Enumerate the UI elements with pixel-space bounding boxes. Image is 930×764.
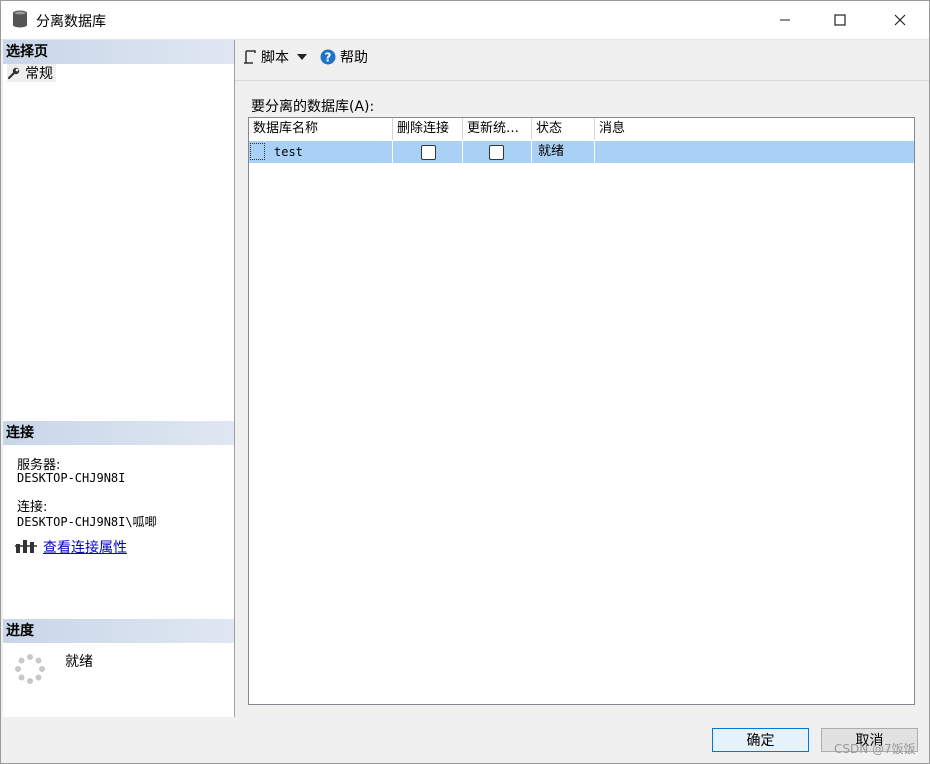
script-button[interactable]: 脚本: [243, 46, 307, 68]
column-header-update-stats[interactable]: 更新统…: [463, 118, 532, 140]
row-name-cell[interactable]: test: [249, 141, 393, 163]
svg-text:?: ?: [325, 51, 332, 65]
progress-status: 就绪: [65, 654, 93, 670]
column-header-message[interactable]: 消息: [595, 118, 914, 140]
server-value: DESKTOP-CHJ9N8I: [17, 471, 126, 485]
database-icon: [13, 10, 27, 28]
script-label: 脚本: [261, 50, 289, 66]
status-cell: 就绪: [532, 141, 595, 163]
databases-grid[interactable]: 数据库名称 删除连接 更新统… 状态 消息 test 就绪: [248, 117, 915, 705]
help-button[interactable]: ? 帮助: [320, 46, 368, 68]
connection-properties-icon: [15, 540, 37, 553]
title-bar: 分离数据库: [1, 1, 929, 40]
message-cell: [595, 141, 914, 163]
connection-header: 连接: [3, 421, 234, 445]
page-item-label: 常规: [25, 66, 53, 82]
table-row[interactable]: test 就绪: [249, 141, 914, 163]
drop-connections-checkbox[interactable]: [421, 145, 436, 160]
update-stats-cell: [463, 141, 532, 163]
main-content: 要分离的数据库(A): 数据库名称 删除连接 更新统… 状态 消息 test 就…: [235, 81, 929, 717]
minimize-icon: [780, 19, 790, 21]
close-icon: [894, 14, 906, 26]
watermark: CSDN @7饭饭: [834, 742, 916, 756]
view-connection-properties-link[interactable]: 查看连接属性: [43, 537, 127, 557]
connection-value: DESKTOP-CHJ9N8I\呱唧: [17, 515, 157, 529]
dropdown-arrow-icon: [297, 54, 307, 60]
help-label: 帮助: [340, 50, 368, 66]
row-focus-indicator: [250, 143, 265, 160]
wrench-icon: [7, 67, 20, 80]
maximize-button[interactable]: [813, 1, 867, 39]
databases-to-detach-label: 要分离的数据库(A):: [251, 99, 375, 115]
minimize-button[interactable]: [758, 1, 812, 39]
close-button[interactable]: [873, 1, 927, 39]
progress-spinner-icon: [15, 654, 45, 684]
column-header-status[interactable]: 状态: [532, 118, 595, 140]
window-title: 分离数据库: [36, 14, 106, 30]
toolbar: 脚本 ? 帮助: [235, 40, 929, 81]
left-panel: 选择页 常规 连接 服务器: DESKTOP-CHJ9N8I 连接: DESKT…: [3, 40, 235, 717]
script-icon: [244, 50, 256, 64]
detach-database-dialog: 分离数据库 选择页 常规 连接 服务器: DESKTOP-CHJ9N8I 连接:…: [0, 0, 930, 764]
drop-connections-cell: [393, 141, 463, 163]
ok-button[interactable]: 确定: [712, 728, 809, 752]
progress-header: 进度: [3, 619, 234, 643]
column-header-db-name[interactable]: 数据库名称: [249, 118, 393, 140]
dialog-footer: 确定 取消: [1, 718, 929, 763]
db-name: test: [274, 145, 303, 159]
select-page-header: 选择页: [3, 40, 234, 64]
column-header-drop-connections[interactable]: 删除连接: [393, 118, 463, 140]
help-icon: ?: [320, 49, 336, 65]
page-item-general[interactable]: 常规: [7, 64, 56, 82]
update-stats-checkbox[interactable]: [489, 145, 504, 160]
maximize-icon: [834, 14, 846, 26]
